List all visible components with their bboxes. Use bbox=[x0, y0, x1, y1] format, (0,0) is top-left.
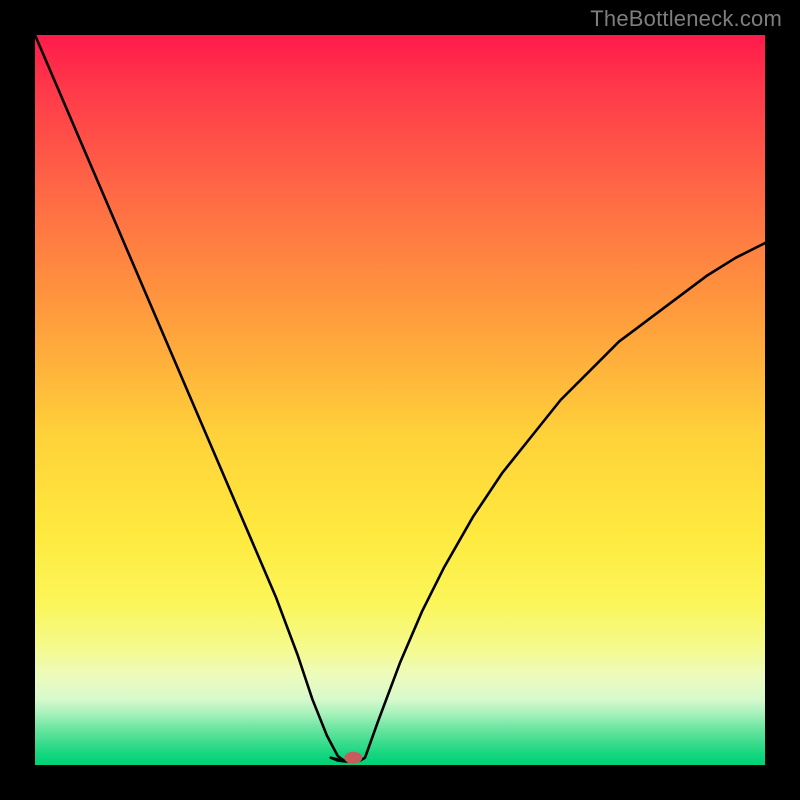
bottleneck-curve bbox=[35, 35, 765, 761]
watermark-text: TheBottleneck.com bbox=[590, 6, 782, 32]
optimal-point-marker bbox=[344, 752, 362, 764]
plot-area bbox=[35, 35, 765, 765]
curve-layer bbox=[35, 35, 765, 765]
chart-frame: TheBottleneck.com bbox=[0, 0, 800, 800]
